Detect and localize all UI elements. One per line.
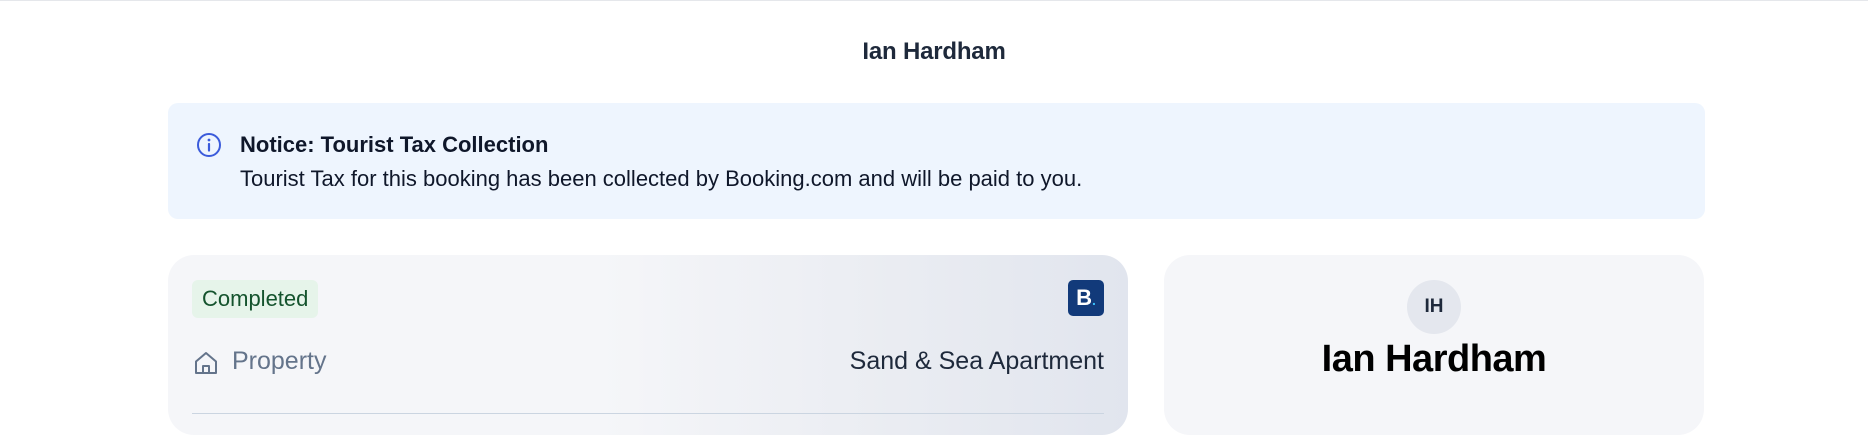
tourist-tax-notice: Notice: Tourist Tax Collection Tourist T… xyxy=(168,103,1705,219)
booking-com-logo-letter: B xyxy=(1076,285,1092,310)
row-divider xyxy=(192,413,1104,414)
property-label: Property xyxy=(232,347,327,375)
property-row: Property Sand & Sea Apartment xyxy=(192,345,1104,393)
guest-card: IH Ian Hardham xyxy=(1164,255,1704,435)
booking-com-logo-dot: . xyxy=(1092,292,1096,308)
info-icon xyxy=(196,132,222,158)
booking-details-card: Completed B. Property Sand & Sea Apartme… xyxy=(168,255,1128,435)
status-badge: Completed xyxy=(192,280,319,318)
notice-message: Tourist Tax for this booking has been co… xyxy=(240,166,1083,191)
booking-com-logo: B. xyxy=(1068,280,1104,316)
property-value: Sand & Sea Apartment xyxy=(849,347,1104,375)
page-title: Ian Hardham xyxy=(862,38,1006,65)
home-icon xyxy=(192,349,220,377)
avatar: IH xyxy=(1407,280,1461,334)
top-divider xyxy=(0,0,1868,1)
notice-title: Notice: Tourist Tax Collection xyxy=(240,132,549,157)
guest-name: Ian Hardham xyxy=(1321,338,1547,380)
